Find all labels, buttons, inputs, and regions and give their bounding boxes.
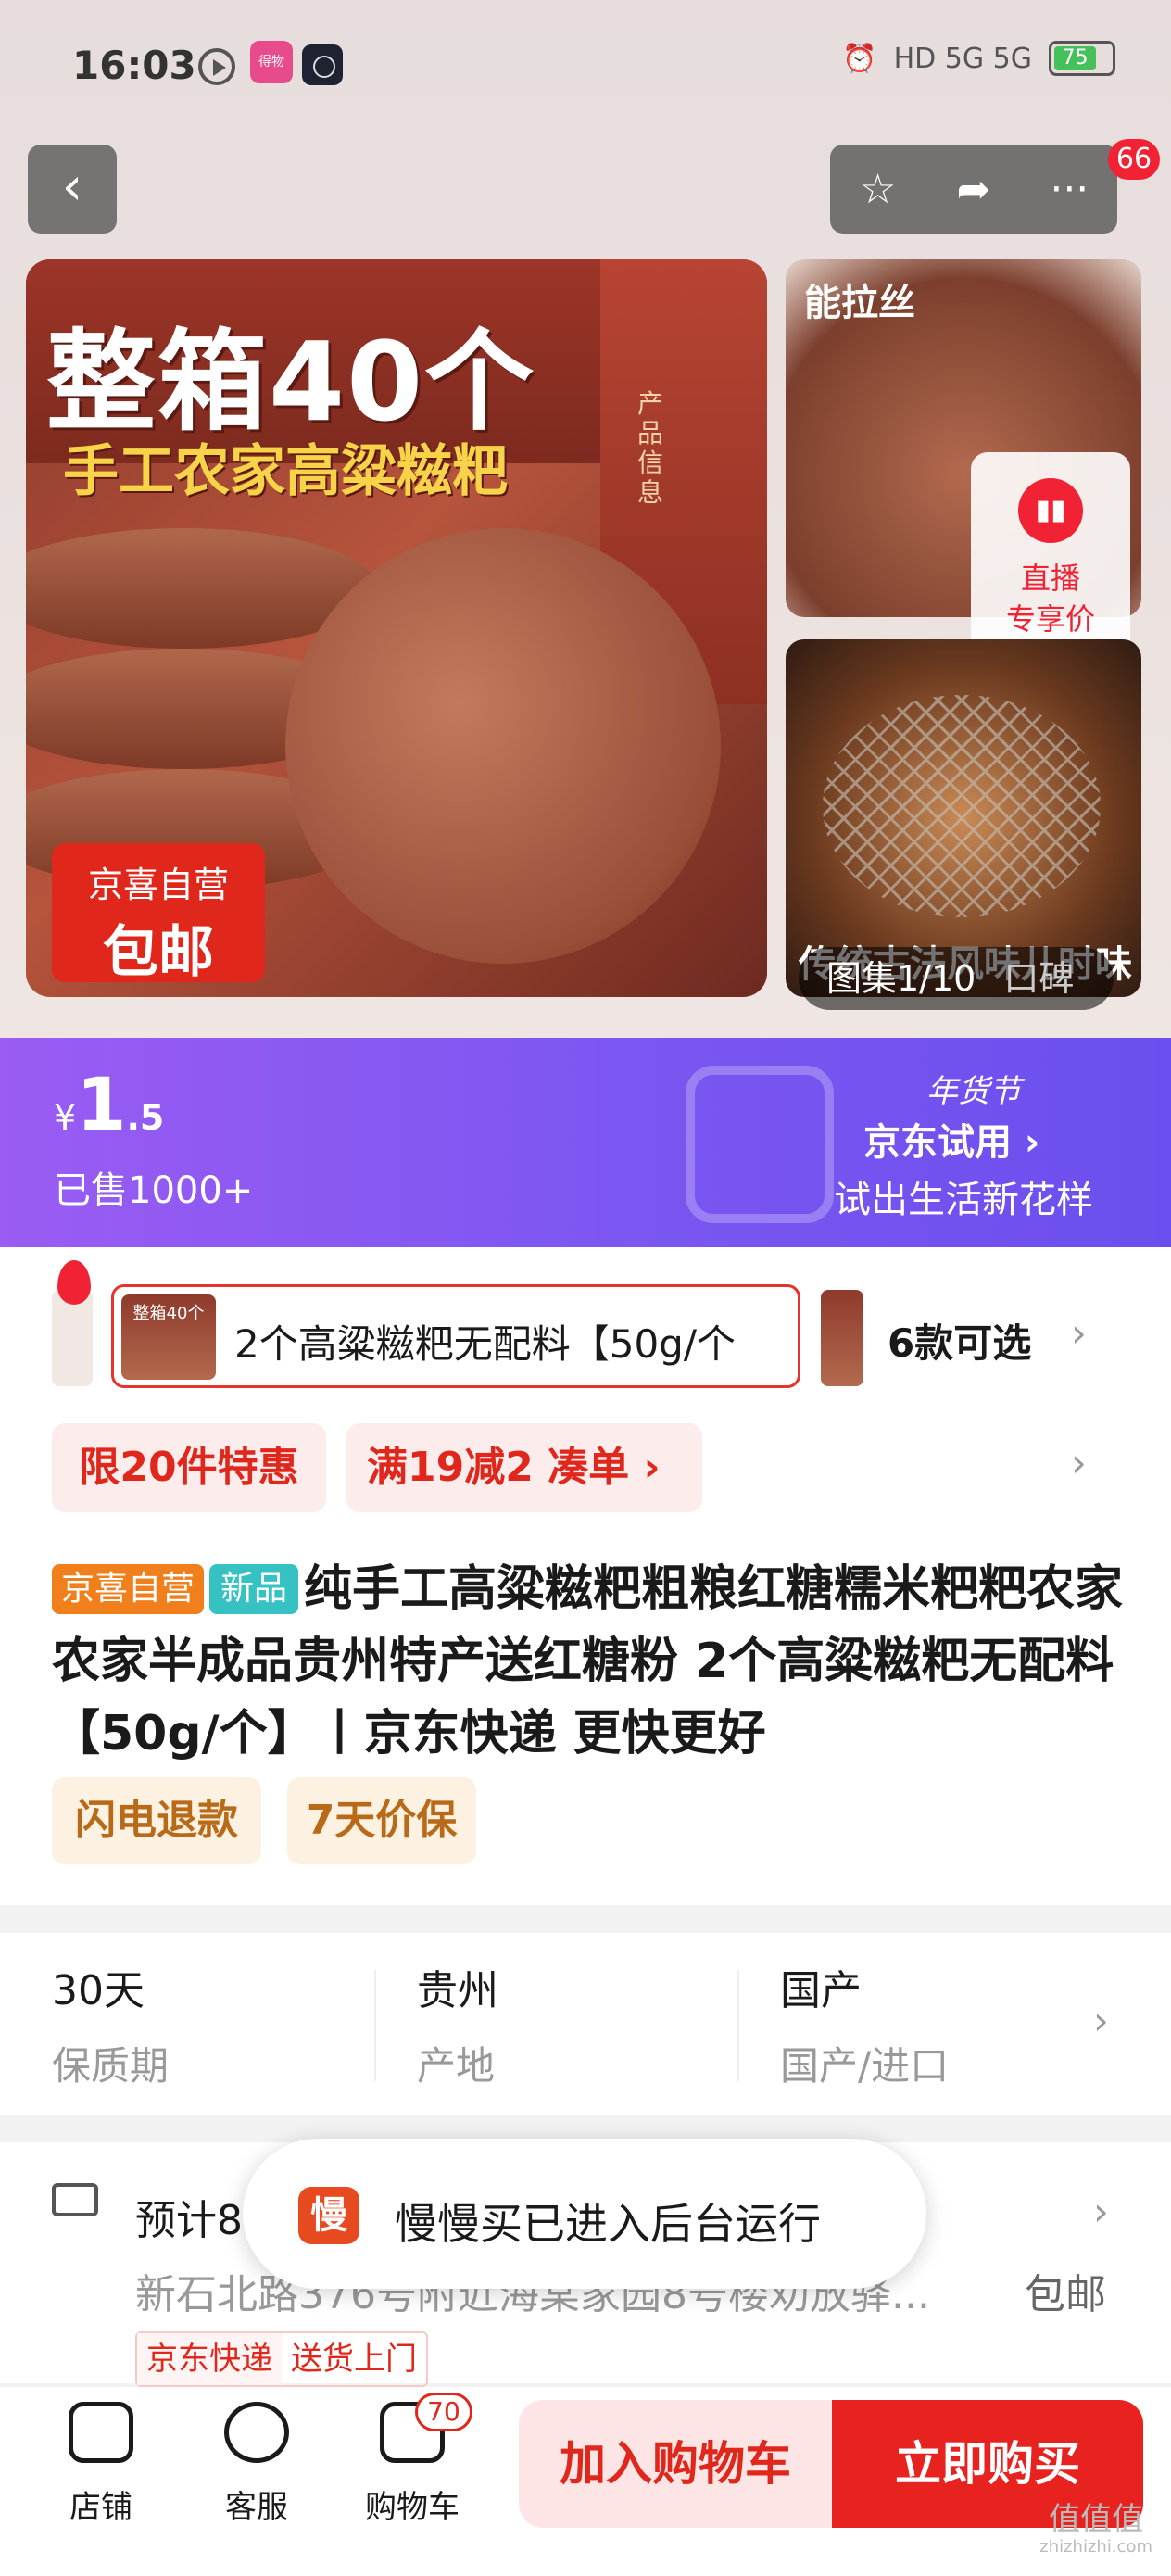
live-price-card[interactable]: ▮▮ 直播 专享价 — [971, 452, 1130, 671]
trial-slogan: 试出生活新花样 — [834, 1179, 1093, 1221]
chevron-right-icon[interactable]: › — [1093, 1998, 1109, 2043]
sold-count: 已售1000+ — [54, 1169, 254, 1212]
watermark: 值值值 zhizhizhi.com — [1039, 2502, 1152, 2557]
more-icon[interactable]: ··· — [1027, 166, 1111, 213]
divider — [737, 1970, 739, 2081]
chevron-right-icon[interactable]: › — [1071, 1440, 1087, 1485]
cart-label: 购物车 — [365, 2489, 460, 2526]
battery-icon: 75 — [1049, 41, 1115, 76]
fast-refund-tag[interactable]: 闪电退款 — [52, 1777, 261, 1864]
status-bar: 16:03 得物 ⏰ HD 5G 5G 75 — [0, 0, 1171, 130]
live-label: 直播 — [1020, 561, 1080, 596]
courier-name: 京东快递 — [137, 2333, 282, 2385]
share-icon[interactable]: ➦ — [932, 166, 1015, 213]
status-time: 16:03 — [72, 43, 196, 88]
side-image-grill[interactable]: 传统古法风味儿时味道 — [786, 639, 1141, 997]
cake-graphic — [285, 528, 721, 964]
attribute-label: 保质期 — [52, 2043, 170, 2089]
live-price-label: 专享价 — [1005, 601, 1095, 637]
shopping-bag-icon — [686, 1066, 834, 1223]
attribute-label: 产地 — [417, 2043, 496, 2089]
app-icon: 慢 — [298, 2187, 359, 2244]
currency-symbol: ¥ — [54, 1097, 77, 1138]
truck-icon — [52, 2183, 98, 2216]
back-button[interactable]: ‹ — [28, 145, 117, 234]
chevron-right-icon[interactable]: › — [1071, 1310, 1087, 1356]
image-subtitle: 手工农家高粱糍粑 — [63, 439, 508, 504]
variant-thumbnail: 整箱40个 — [121, 1294, 216, 1380]
new-product-badge: 新品 — [209, 1564, 299, 1614]
status-indicators: ⏰ HD 5G 5G 75 — [842, 41, 1115, 76]
product-title: 京喜自营 新品 纯手工高粱糍粑粗粮红糖糯米粑粑农家农家半成品贵州特产送红糖粉 2个高… — [52, 1553, 1127, 1770]
free-shipping-label: 包邮 — [103, 920, 214, 985]
discount-tag[interactable]: 满19减2 凑单 › — [346, 1423, 702, 1512]
customer-service-button[interactable]: 客服 — [196, 2402, 317, 2527]
chevron-right-icon[interactable]: › — [1093, 2189, 1109, 2234]
customer-service-label: 客服 — [225, 2489, 288, 2526]
attribute-origin: 贵州 产地 — [417, 1957, 498, 2091]
attribute-value: 30天 — [52, 1967, 145, 2014]
clock-app-icon — [302, 44, 343, 85]
alarm-icon: ⏰ — [842, 42, 877, 75]
toast-message: 慢慢买已进入后台运行 — [395, 2199, 821, 2249]
gallery-count-label: 图集1/10 — [826, 958, 976, 999]
attributes-card[interactable] — [0, 1933, 1171, 2115]
action-toolbar: ☆ ➦ ··· — [830, 145, 1117, 234]
jd-trial-link[interactable]: 京东试用 › — [863, 1112, 1039, 1166]
add-to-cart-button[interactable]: 加入购物车 — [519, 2400, 832, 2528]
variant-count[interactable]: 6款可选 — [888, 1312, 1031, 1369]
side-image-tag: 能拉丝 — [804, 282, 915, 324]
self-operated-label: 京喜自营 — [87, 865, 229, 905]
main-product-image[interactable]: 产品信息 整箱40个 手工农家高粱糍粑 京喜自营 包邮 — [26, 259, 767, 997]
courier-service: 送货上门 — [291, 2341, 417, 2378]
price-integer: 1 — [76, 1064, 127, 1147]
variant-option-next[interactable] — [821, 1290, 863, 1386]
store-label: 店铺 — [69, 2489, 132, 2526]
grill-graphic — [823, 695, 1101, 917]
free-shipping-badge: 京喜自营 包邮 — [52, 843, 265, 985]
courier-badge: 京东快递 送货上门 — [135, 2331, 428, 2387]
store-button[interactable]: 店铺 — [41, 2402, 161, 2527]
attribute-import: 国产 国产/进口 — [780, 1957, 949, 2091]
attribute-label: 国产/进口 — [780, 2043, 950, 2089]
limited-offer-tag[interactable]: 限20件特惠 — [52, 1423, 326, 1512]
store-icon — [69, 2402, 133, 2463]
box-side-text: 产品信息 — [637, 388, 664, 508]
message-badge: 66 — [1108, 139, 1160, 180]
chat-icon — [224, 2402, 289, 2463]
variant-selected[interactable]: 整箱40个 2个高粱糍粑无配料【50g/个 — [111, 1284, 800, 1388]
festival-label: 年货节 — [926, 1073, 1021, 1110]
divider — [374, 1970, 376, 2081]
play-icon — [198, 48, 235, 85]
price: ¥1.5 — [54, 1064, 164, 1147]
watermark-sub: zhizhizhi.com — [1039, 2537, 1152, 2557]
attribute-shelf-life: 30天 保质期 — [52, 1957, 169, 2091]
delivery-estimate: 预计8 — [135, 2197, 243, 2244]
cart-count-badge: 70 — [415, 2393, 472, 2431]
network-indicator: HD 5G 5G — [893, 42, 1032, 75]
self-operated-badge: 京喜自营 — [52, 1564, 205, 1614]
shipping-fee: 包邮 — [1025, 2271, 1106, 2318]
variant-label: 2个高粱糍粑无配料【50g/个 — [234, 1321, 736, 1367]
reviews-label[interactable]: 口碑 — [1003, 958, 1074, 999]
battery-level: 75 — [1054, 46, 1096, 70]
attribute-value: 国产 — [780, 1967, 862, 2014]
gallery-counter[interactable]: 图集1/10 口碑 — [799, 947, 1114, 1010]
background-run-toast: 慢 慢慢买已进入后台运行 — [243, 2139, 926, 2289]
favorite-star-icon[interactable]: ☆ — [837, 166, 920, 213]
price-protection-tag[interactable]: 7天价保 — [287, 1777, 476, 1864]
live-icon: ▮▮ — [1018, 478, 1083, 543]
price-decimal: .5 — [126, 1097, 165, 1138]
watermark-main: 值值值 — [1049, 2501, 1144, 2538]
attribute-value: 贵州 — [417, 1967, 498, 2014]
app-notification-icon: 得物 — [250, 41, 293, 83]
